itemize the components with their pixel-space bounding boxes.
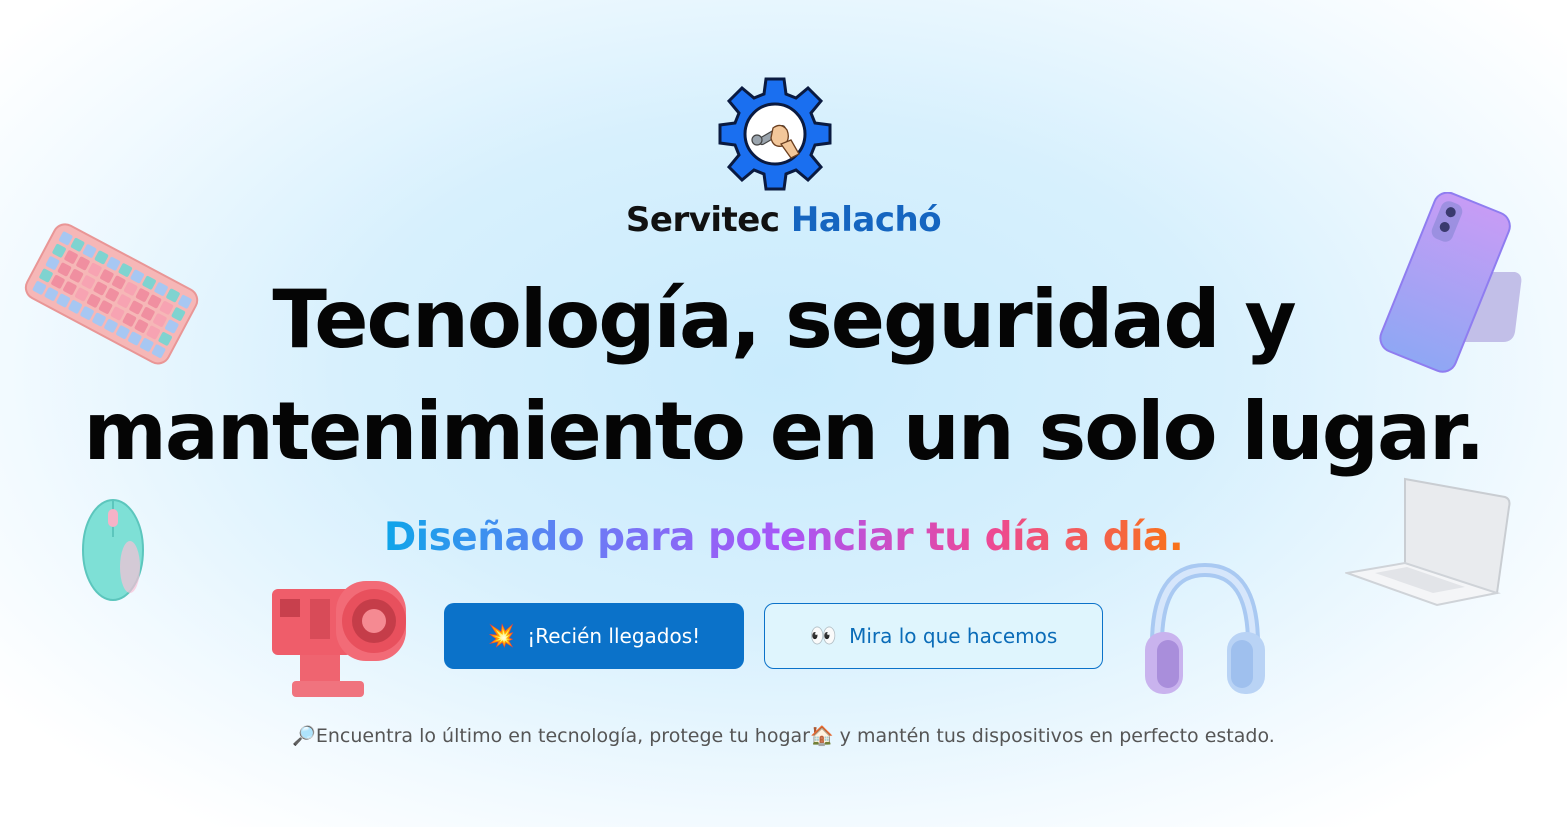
new-arrivals-label: ¡Recién llegados! bbox=[527, 624, 701, 648]
footer-description: 🔎Encuentra lo último en tecnología, prot… bbox=[0, 724, 1567, 747]
keyboard-illustration-icon bbox=[24, 223, 199, 365]
footer-text-part1: Encuentra lo último en tecnología, prote… bbox=[315, 725, 810, 747]
brand-name: Servitec bbox=[625, 200, 780, 240]
see-what-we-do-button[interactable]: 👀 Mira lo que hacemos bbox=[764, 603, 1103, 669]
headline-line-2: mantenimiento en un solo lugar. bbox=[83, 385, 1486, 478]
phone-illustration-icon bbox=[1379, 192, 1522, 373]
new-arrivals-button[interactable]: 💥 ¡Recién llegados! bbox=[444, 603, 744, 669]
footer-text-part2: y mantén tus dispositivos en perfecto es… bbox=[833, 725, 1275, 747]
brand-title: Servitec Halachó bbox=[0, 200, 1567, 240]
collision-icon: 💥 bbox=[487, 623, 516, 649]
eyes-icon: 👀 bbox=[809, 623, 838, 649]
gear-wrench-logo-icon bbox=[718, 77, 832, 191]
tagline-text: Diseñado para potenciar tu día a día. bbox=[383, 515, 1184, 560]
projector-illustration-icon bbox=[272, 581, 406, 697]
house-icon: 🏠 bbox=[809, 725, 834, 747]
hero-headline: Tecnología, seguridad y mantenimiento en… bbox=[0, 264, 1567, 488]
headline-line-1: Tecnología, seguridad y bbox=[272, 273, 1296, 366]
laptop-illustration-icon bbox=[1345, 477, 1511, 607]
mouse-illustration-icon bbox=[82, 499, 144, 601]
hero-tagline: Diseñado para potenciar tu día a día. bbox=[0, 515, 1567, 560]
magnifier-icon: 🔎 bbox=[292, 725, 316, 747]
headphones-illustration-icon bbox=[1145, 562, 1265, 694]
see-what-we-do-label: Mira lo que hacemos bbox=[849, 624, 1058, 648]
brand-accent: Halachó bbox=[790, 200, 942, 240]
